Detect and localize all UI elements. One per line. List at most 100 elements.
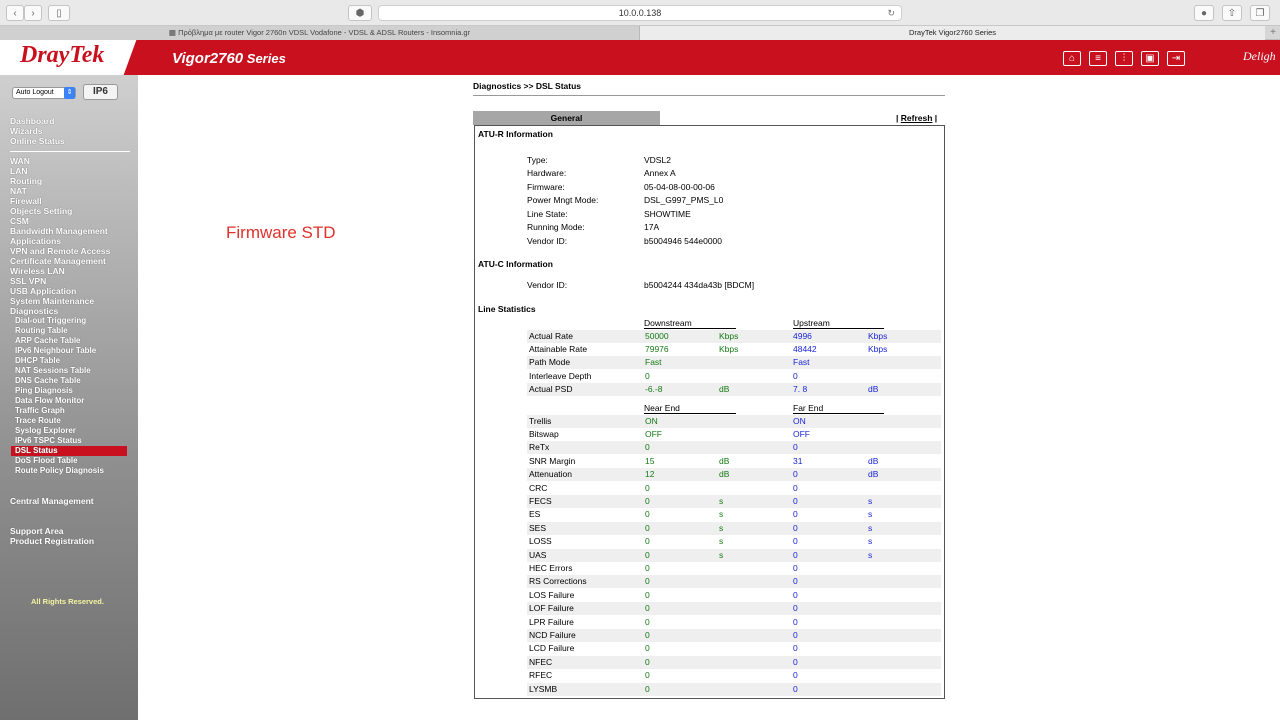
model-suffix: Series	[243, 51, 286, 66]
sidebar-subitem-dsl-status[interactable]: DSL Status	[11, 446, 127, 456]
sidebar-item-support-area[interactable]: Support Area	[10, 526, 64, 536]
sidebar-item-vpn[interactable]: VPN and Remote Access	[10, 246, 110, 256]
table-row: LOSS 0 s 0 s	[527, 535, 941, 548]
downstream-header: Downstream	[644, 318, 736, 329]
sidebar-item-central-management[interactable]: Central Management	[10, 496, 94, 506]
table-row: Bitswap OFF OFF	[527, 428, 941, 441]
sidebar-item-wireless-lan[interactable]: Wireless LAN	[10, 266, 65, 276]
table-row: ReTx 0 0	[527, 441, 941, 455]
sidebar-item-lan[interactable]: LAN	[10, 166, 27, 176]
stat-value-left: 0	[645, 562, 650, 573]
auto-logout-select[interactable]: Auto Logout ⇕	[12, 87, 76, 99]
sidebar-subitem-data-flow[interactable]: Data Flow Monitor	[15, 396, 84, 406]
privacy-shield-icon[interactable]: ⬢	[348, 5, 372, 21]
address-bar[interactable]: 10.0.0.138 ↻	[378, 5, 902, 21]
table-row: SES 0 s 0 s	[527, 521, 941, 535]
sidebar-item-applications[interactable]: Applications	[10, 236, 61, 246]
table-row: Trellis ON ON	[527, 414, 941, 428]
sidebar-subitem-nat-sessions[interactable]: NAT Sessions Table	[15, 366, 91, 376]
back-icon[interactable]: ‹	[6, 5, 24, 21]
stat-value-right: 0	[793, 656, 798, 667]
new-tab-icon[interactable]: +	[1270, 26, 1276, 40]
sidebar-subitem-trace-route[interactable]: Trace Route	[15, 416, 61, 426]
sidebar-subitem-traffic-graph[interactable]: Traffic Graph	[15, 406, 65, 416]
stat-value-right: 0	[793, 603, 798, 614]
info-label: Running Mode:	[527, 222, 585, 232]
sidebar-subitem-dns-cache[interactable]: DNS Cache Table	[15, 376, 81, 386]
sidebar: Auto Logout ⇕ IP6 Dashboard Wizards Onli…	[0, 75, 138, 720]
stat-label: LOF Failure	[529, 603, 574, 614]
stat-unit-right: s	[868, 549, 873, 560]
sidebar-item-system-maintenance[interactable]: System Maintenance	[10, 296, 94, 306]
stat-value-left: 0	[645, 656, 650, 667]
sidebar-subitem-dial-out[interactable]: Dial-out Triggering	[15, 316, 86, 326]
reload-icon[interactable]: ↻	[887, 6, 895, 20]
sidebar-item-objects-setting[interactable]: Objects Setting	[10, 206, 72, 216]
refresh-link[interactable]: Refresh	[901, 113, 933, 123]
sidebar-subitem-routing-table[interactable]: Routing Table	[15, 326, 68, 336]
tab-draytek[interactable]: DrayTek Vigor2760 Series	[640, 26, 1265, 40]
save-icon[interactable]: ▣	[1141, 51, 1159, 66]
logo-area: DrayTek	[0, 40, 145, 75]
sidebar-subitem-dos-flood[interactable]: DoS Flood Table	[15, 456, 78, 466]
sidebar-item-diagnostics[interactable]: Diagnostics	[10, 306, 58, 316]
tabs-overview-icon[interactable]: ❐	[1250, 5, 1270, 21]
stat-value-left: 12	[645, 469, 655, 480]
stat-value-right: OFF	[793, 428, 810, 439]
sidebar-subitem-arp[interactable]: ARP Cache Table	[15, 336, 81, 346]
share-icon[interactable]: ⇧	[1222, 5, 1242, 21]
sidebar-item-wan[interactable]: WAN	[10, 156, 30, 166]
info-value: VDSL2	[644, 155, 671, 165]
sidebar-toggle-icon[interactable]: ▯	[48, 5, 70, 21]
draytek-logo: DrayTek	[20, 42, 105, 68]
sidebar-subitem-syslog[interactable]: Syslog Explorer	[15, 426, 76, 436]
sidebar-item-firewall[interactable]: Firewall	[10, 196, 42, 206]
info-value: DSL_G997_PMS_L0	[644, 195, 724, 205]
table-row: Interleave Depth 0 0	[527, 370, 941, 383]
info-value: 17A	[644, 222, 660, 232]
stat-unit-left: dB	[719, 455, 730, 466]
refresh-separator: |	[896, 113, 899, 123]
tab-insomnia[interactable]: ▦ Πρόβλημα με router Vigor 2760n VDSL Vo…	[0, 26, 640, 40]
sidebar-subitem-ping[interactable]: Ping Diagnosis	[15, 386, 73, 396]
sidebar-subitem-dhcp[interactable]: DHCP Table	[15, 356, 60, 366]
sidebar-item-online-status[interactable]: Online Status	[10, 136, 65, 146]
sidebar-subitem-route-policy[interactable]: Route Policy Diagnosis	[15, 466, 104, 476]
sidebar-item-ssl-vpn[interactable]: SSL VPN	[10, 276, 46, 286]
sidebar-item-certificate[interactable]: Certificate Management	[10, 256, 106, 266]
downloads-icon[interactable]: ●	[1194, 5, 1214, 21]
stat-value-right: 0	[793, 683, 798, 694]
sidebar-subitem-ipv6-neighbour[interactable]: IPv6 Neighbour Table	[15, 346, 96, 356]
stat-value-right: ON	[793, 415, 806, 426]
stat-value-left: 0	[645, 495, 650, 506]
stat-value-right: 0	[793, 495, 798, 506]
stat-unit-right: Kbps	[868, 330, 888, 341]
stat-label: Trellis	[529, 415, 552, 426]
sidebar-item-nat[interactable]: NAT	[10, 186, 27, 196]
sidebar-item-csm[interactable]: CSM	[10, 216, 29, 226]
ipv6-icon[interactable]: IP6	[83, 84, 118, 100]
quick-start-icon[interactable]: ≡	[1089, 51, 1107, 66]
sidebar-item-product-registration[interactable]: Product Registration	[10, 536, 94, 546]
sidebar-item-routing[interactable]: Routing	[10, 176, 42, 186]
router-header: DrayTek Vigor2760 Series ⌂ ≡ ⫶ ▣ ⇥ Delig…	[0, 40, 1280, 75]
settings-sliders-icon[interactable]: ⫶	[1115, 51, 1133, 66]
home-icon[interactable]: ⌂	[1063, 51, 1081, 66]
breadcrumb: Diagnostics >> DSL Status	[473, 81, 582, 91]
sidebar-item-dashboard[interactable]: Dashboard	[10, 116, 54, 126]
forward-icon[interactable]: ›	[24, 5, 42, 21]
info-label: Type:	[527, 155, 548, 165]
stat-value-right: 4996	[793, 330, 812, 341]
stat-value-left: 0	[645, 576, 650, 587]
sidebar-subitem-ipv6-tspc[interactable]: IPv6 TSPC Status	[15, 436, 82, 446]
stat-value-right: 0	[793, 643, 798, 654]
firmware-annotation: Firmware STD	[226, 223, 336, 242]
sidebar-item-usb[interactable]: USB Application	[10, 286, 76, 296]
logout-icon[interactable]: ⇥	[1167, 51, 1185, 66]
sidebar-item-wizards[interactable]: Wizards	[10, 126, 43, 136]
stat-label: Actual PSD	[529, 384, 573, 395]
stat-label: UAS	[529, 549, 547, 560]
stat-label: Attenuation	[529, 469, 573, 480]
sidebar-item-bandwidth-management[interactable]: Bandwidth Management	[10, 226, 108, 236]
tab-general[interactable]: General	[473, 111, 660, 125]
